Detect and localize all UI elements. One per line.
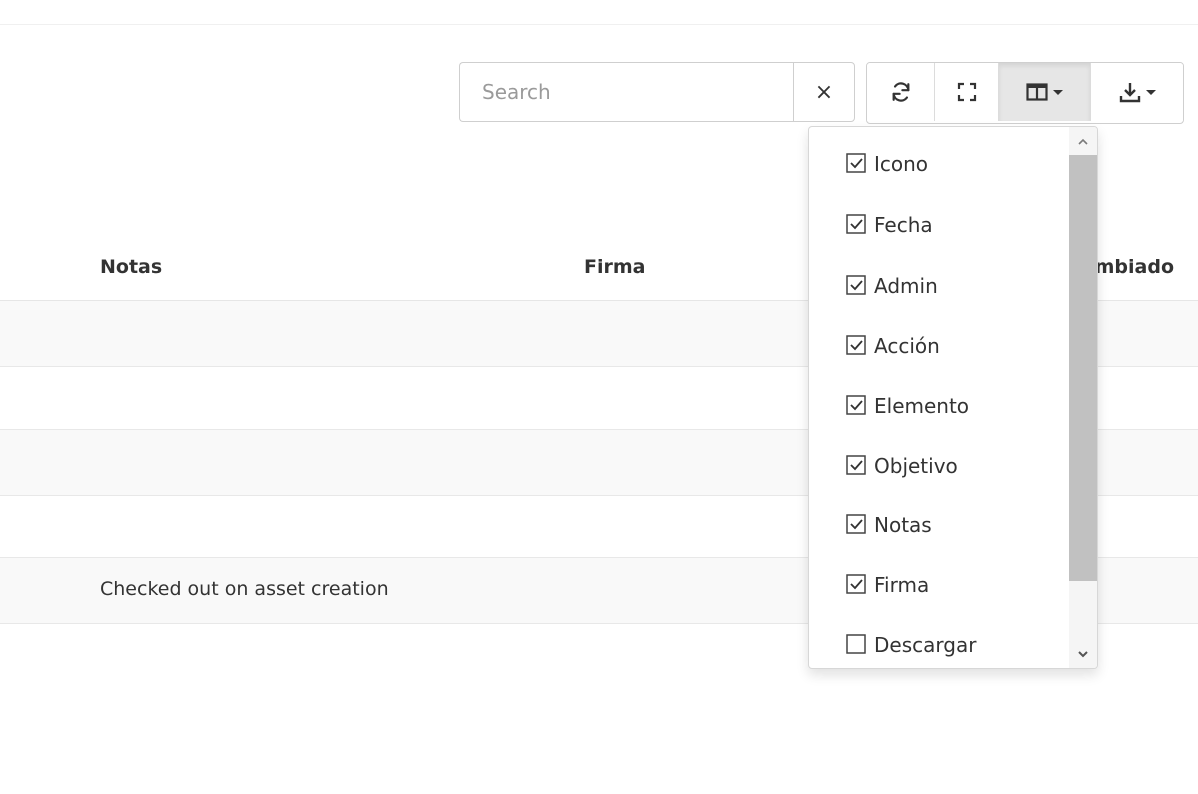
download-icon [1119, 83, 1140, 103]
checkbox-checked-icon [846, 574, 866, 594]
column-header-notas[interactable]: Notas [100, 256, 162, 278]
column-header-firma[interactable]: Firma [584, 256, 645, 278]
column-option-notas[interactable]: Notas [846, 508, 932, 542]
column-option-label: Notas [874, 513, 932, 537]
columns-dropdown-menu: Icono Fecha Admin Acción Elemento Objeti… [808, 126, 1098, 669]
column-option-label: Firma [874, 573, 930, 597]
dropdown-scrollbar[interactable] [1069, 127, 1097, 668]
checkbox-checked-icon [846, 153, 866, 173]
chevron-up-icon [1078, 138, 1088, 145]
column-option-label: Objetivo [874, 454, 958, 478]
chevron-down-icon [1078, 650, 1088, 657]
column-option-icono[interactable]: Icono [846, 147, 928, 181]
checkbox-checked-icon [846, 395, 866, 415]
page: × [0, 0, 1198, 794]
checkbox-checked-icon [846, 455, 866, 475]
scroll-thumb[interactable] [1069, 155, 1097, 581]
column-option-objetivo[interactable]: Objetivo [846, 449, 958, 483]
checkbox-unchecked-icon [846, 634, 866, 654]
checkbox-checked-icon [846, 335, 866, 355]
fullscreen-button[interactable] [935, 63, 999, 121]
cell-notas: Checked out on asset creation [100, 578, 389, 600]
checkbox-checked-icon [846, 275, 866, 295]
column-option-label: Admin [874, 274, 938, 298]
column-option-label: Elemento [874, 394, 970, 418]
top-divider [0, 24, 1198, 25]
close-icon: × [814, 79, 834, 105]
columns-toggle-button[interactable] [999, 63, 1091, 121]
table-action-buttons [866, 62, 1184, 124]
clear-search-button[interactable]: × [793, 62, 855, 122]
column-option-fecha[interactable]: Fecha [846, 208, 933, 242]
column-option-descargar[interactable]: Descargar [846, 628, 976, 662]
column-option-label: Descargar [874, 633, 977, 657]
scroll-down-button[interactable] [1069, 640, 1097, 668]
checkbox-checked-icon [846, 514, 866, 534]
column-option-firma[interactable]: Firma [846, 568, 929, 602]
column-option-label: Acción [874, 334, 940, 358]
search-group: × [459, 62, 855, 122]
chevron-down-icon [1053, 89, 1063, 95]
export-button[interactable] [1091, 63, 1183, 121]
columns-icon [1026, 83, 1048, 101]
checkbox-checked-icon [846, 214, 866, 234]
column-option-elemento[interactable]: Elemento [846, 389, 969, 423]
column-option-label: Fecha [874, 213, 933, 237]
column-option-accion[interactable]: Acción [846, 329, 940, 363]
column-option-label: Icono [874, 152, 929, 176]
chevron-down-icon [1145, 89, 1156, 95]
table-toolbar: × [459, 62, 1184, 124]
refresh-button[interactable] [867, 63, 935, 121]
refresh-icon [892, 82, 909, 102]
fullscreen-icon [957, 82, 976, 102]
scroll-up-button[interactable] [1069, 127, 1097, 155]
column-option-admin[interactable]: Admin [846, 269, 938, 303]
search-input[interactable] [459, 62, 793, 122]
